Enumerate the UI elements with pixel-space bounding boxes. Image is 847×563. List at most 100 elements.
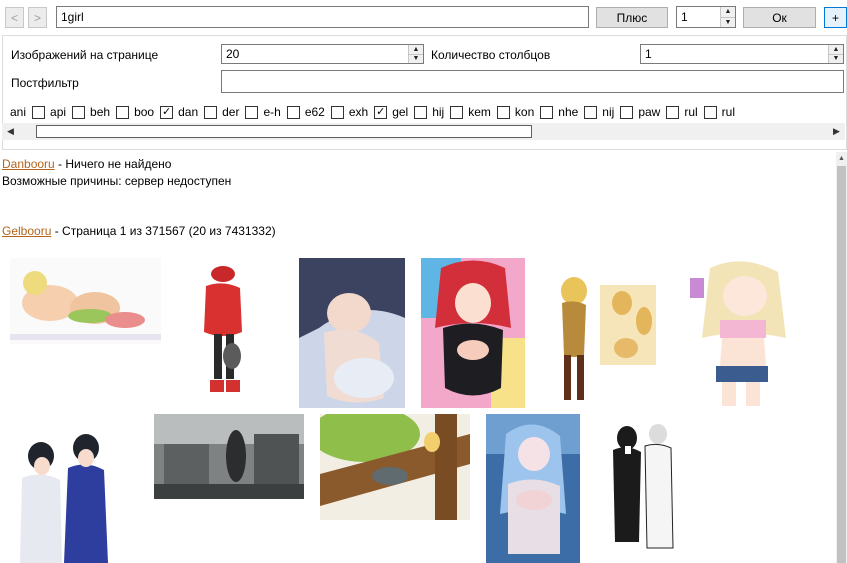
source-label: kem <box>468 105 491 119</box>
plus-label: Плюс <box>616 10 648 25</box>
gelbooru-status: - Страница 1 из 371567 (20 из 7431332) <box>51 224 276 238</box>
thumbnail-9[interactable] <box>320 414 470 520</box>
spin-down-icon[interactable]: ▼ <box>721 16 735 27</box>
checkbox[interactable] <box>703 105 717 119</box>
source-label: nij <box>602 105 615 119</box>
source-item-e62[interactable]: e62 <box>286 105 331 119</box>
thumbnail-image <box>196 262 250 400</box>
checkbox[interactable] <box>414 105 428 119</box>
spin-down-icon[interactable]: ▼ <box>829 53 843 63</box>
source-label: ani <box>10 105 27 119</box>
thumbnail-1[interactable] <box>10 258 161 344</box>
source-item-rul-2[interactable]: rul <box>703 105 741 119</box>
spin-up-icon[interactable]: ▲ <box>409 45 423 54</box>
per-page-label: Изображений на странице <box>11 48 159 62</box>
danbooru-reason: Возможные причины: сервер недоступен <box>2 174 232 188</box>
spin-down-icon[interactable]: ▼ <box>409 53 423 63</box>
forward-button[interactable]: > <box>28 7 47 28</box>
source-item-rul[interactable]: rul <box>666 105 703 119</box>
columns-value: 1 <box>645 47 652 61</box>
source-item-api[interactable]: api <box>32 105 72 119</box>
plus-button[interactable]: Плюс <box>596 7 668 28</box>
count-stepper[interactable]: 1 ▲ ▼ <box>676 6 736 28</box>
checkbox[interactable] <box>450 105 464 119</box>
add-label: + <box>831 10 839 25</box>
thumbnail-image <box>10 258 161 344</box>
spin-up-icon[interactable]: ▲ <box>721 7 735 17</box>
source-item-gel[interactable]: ✓ gel <box>374 105 414 119</box>
checkbox-checked[interactable]: ✓ <box>374 105 388 119</box>
checkbox[interactable] <box>116 105 130 119</box>
search-query-input[interactable]: 1girl <box>56 6 589 28</box>
checkbox[interactable] <box>32 105 46 119</box>
checkbox[interactable] <box>540 105 554 119</box>
scroll-right-icon[interactable]: ▶ <box>828 123 845 140</box>
checkbox[interactable] <box>245 105 259 119</box>
scroll-up-icon[interactable]: ▲ <box>836 152 847 164</box>
per-page-spin[interactable]: ▲ ▼ <box>408 45 423 63</box>
thumbnail-11[interactable] <box>603 422 679 556</box>
source-item-nij[interactable]: nij <box>584 105 620 119</box>
checkbox[interactable] <box>496 105 510 119</box>
checkbox[interactable] <box>620 105 634 119</box>
postfilter-label: Постфильтр <box>11 76 79 90</box>
thumbnail-6[interactable] <box>690 258 794 408</box>
checkbox[interactable] <box>286 105 300 119</box>
ok-label: Ок <box>772 10 787 25</box>
danbooru-result: Danbooru - Ничего не найдено <box>2 157 171 171</box>
danbooru-status: - Ничего не найдено <box>54 157 172 171</box>
postfilter-input[interactable] <box>221 70 844 93</box>
thumbnail-10[interactable] <box>486 414 580 563</box>
source-label: beh <box>90 105 111 119</box>
danbooru-link[interactable]: Danbooru <box>2 157 55 171</box>
columns-stepper[interactable]: 1 ▲ ▼ <box>640 44 844 64</box>
source-item-kem[interactable]: kem <box>450 105 497 119</box>
source-item-kon[interactable]: kon <box>496 105 540 119</box>
sources-scrollbar[interactable]: ◀ ▶ <box>2 123 845 140</box>
thumbnail-image <box>320 414 470 520</box>
results-scrollbar[interactable]: ▲ <box>836 152 847 563</box>
scrollbar-thumb[interactable] <box>837 166 846 563</box>
checkbox[interactable] <box>330 105 344 119</box>
source-item-paw[interactable]: paw <box>620 105 666 119</box>
scroll-left-icon[interactable]: ◀ <box>2 123 19 140</box>
source-label: rul <box>721 105 736 119</box>
back-button[interactable]: < <box>5 7 24 28</box>
source-item-exh[interactable]: exh <box>330 105 374 119</box>
ok-button[interactable]: Ок <box>743 7 816 28</box>
checkbox[interactable] <box>584 105 598 119</box>
source-label: der <box>222 105 240 119</box>
thumbnail-4[interactable] <box>421 258 525 408</box>
source-label: kon <box>514 105 535 119</box>
back-label: < <box>10 10 18 25</box>
thumbnail-2[interactable] <box>196 262 250 400</box>
thumbnail-image <box>603 422 679 556</box>
source-item-beh[interactable]: beh <box>72 105 116 119</box>
source-item-ani[interactable]: ani <box>10 105 32 119</box>
source-label: e-h <box>263 105 281 119</box>
thumbnail-image <box>299 258 405 408</box>
source-item-dan[interactable]: ✓ dan <box>160 105 204 119</box>
spin-up-icon[interactable]: ▲ <box>829 45 843 54</box>
source-item-nhe[interactable]: nhe <box>540 105 584 119</box>
checkbox[interactable] <box>204 105 218 119</box>
source-label: rul <box>684 105 698 119</box>
source-item-e-h[interactable]: e-h <box>245 105 286 119</box>
count-spin[interactable]: ▲ ▼ <box>720 7 735 27</box>
per-page-stepper[interactable]: 20 ▲ ▼ <box>221 44 424 64</box>
checkbox-checked[interactable]: ✓ <box>160 105 174 119</box>
scrollbar-thumb[interactable] <box>36 125 532 138</box>
gelbooru-link[interactable]: Gelbooru <box>2 224 51 238</box>
checkbox[interactable] <box>72 105 86 119</box>
source-item-boo[interactable]: boo <box>116 105 160 119</box>
thumbnail-image <box>421 258 525 408</box>
thumbnail-3[interactable] <box>299 258 405 408</box>
thumbnail-5[interactable] <box>544 263 666 405</box>
source-item-hij[interactable]: hij <box>414 105 450 119</box>
thumbnail-7[interactable] <box>16 430 113 563</box>
columns-spin[interactable]: ▲ ▼ <box>828 45 843 63</box>
add-button[interactable]: + <box>824 7 847 28</box>
checkbox[interactable] <box>666 105 680 119</box>
thumbnail-8[interactable] <box>154 414 304 499</box>
source-item-der[interactable]: der <box>204 105 245 119</box>
